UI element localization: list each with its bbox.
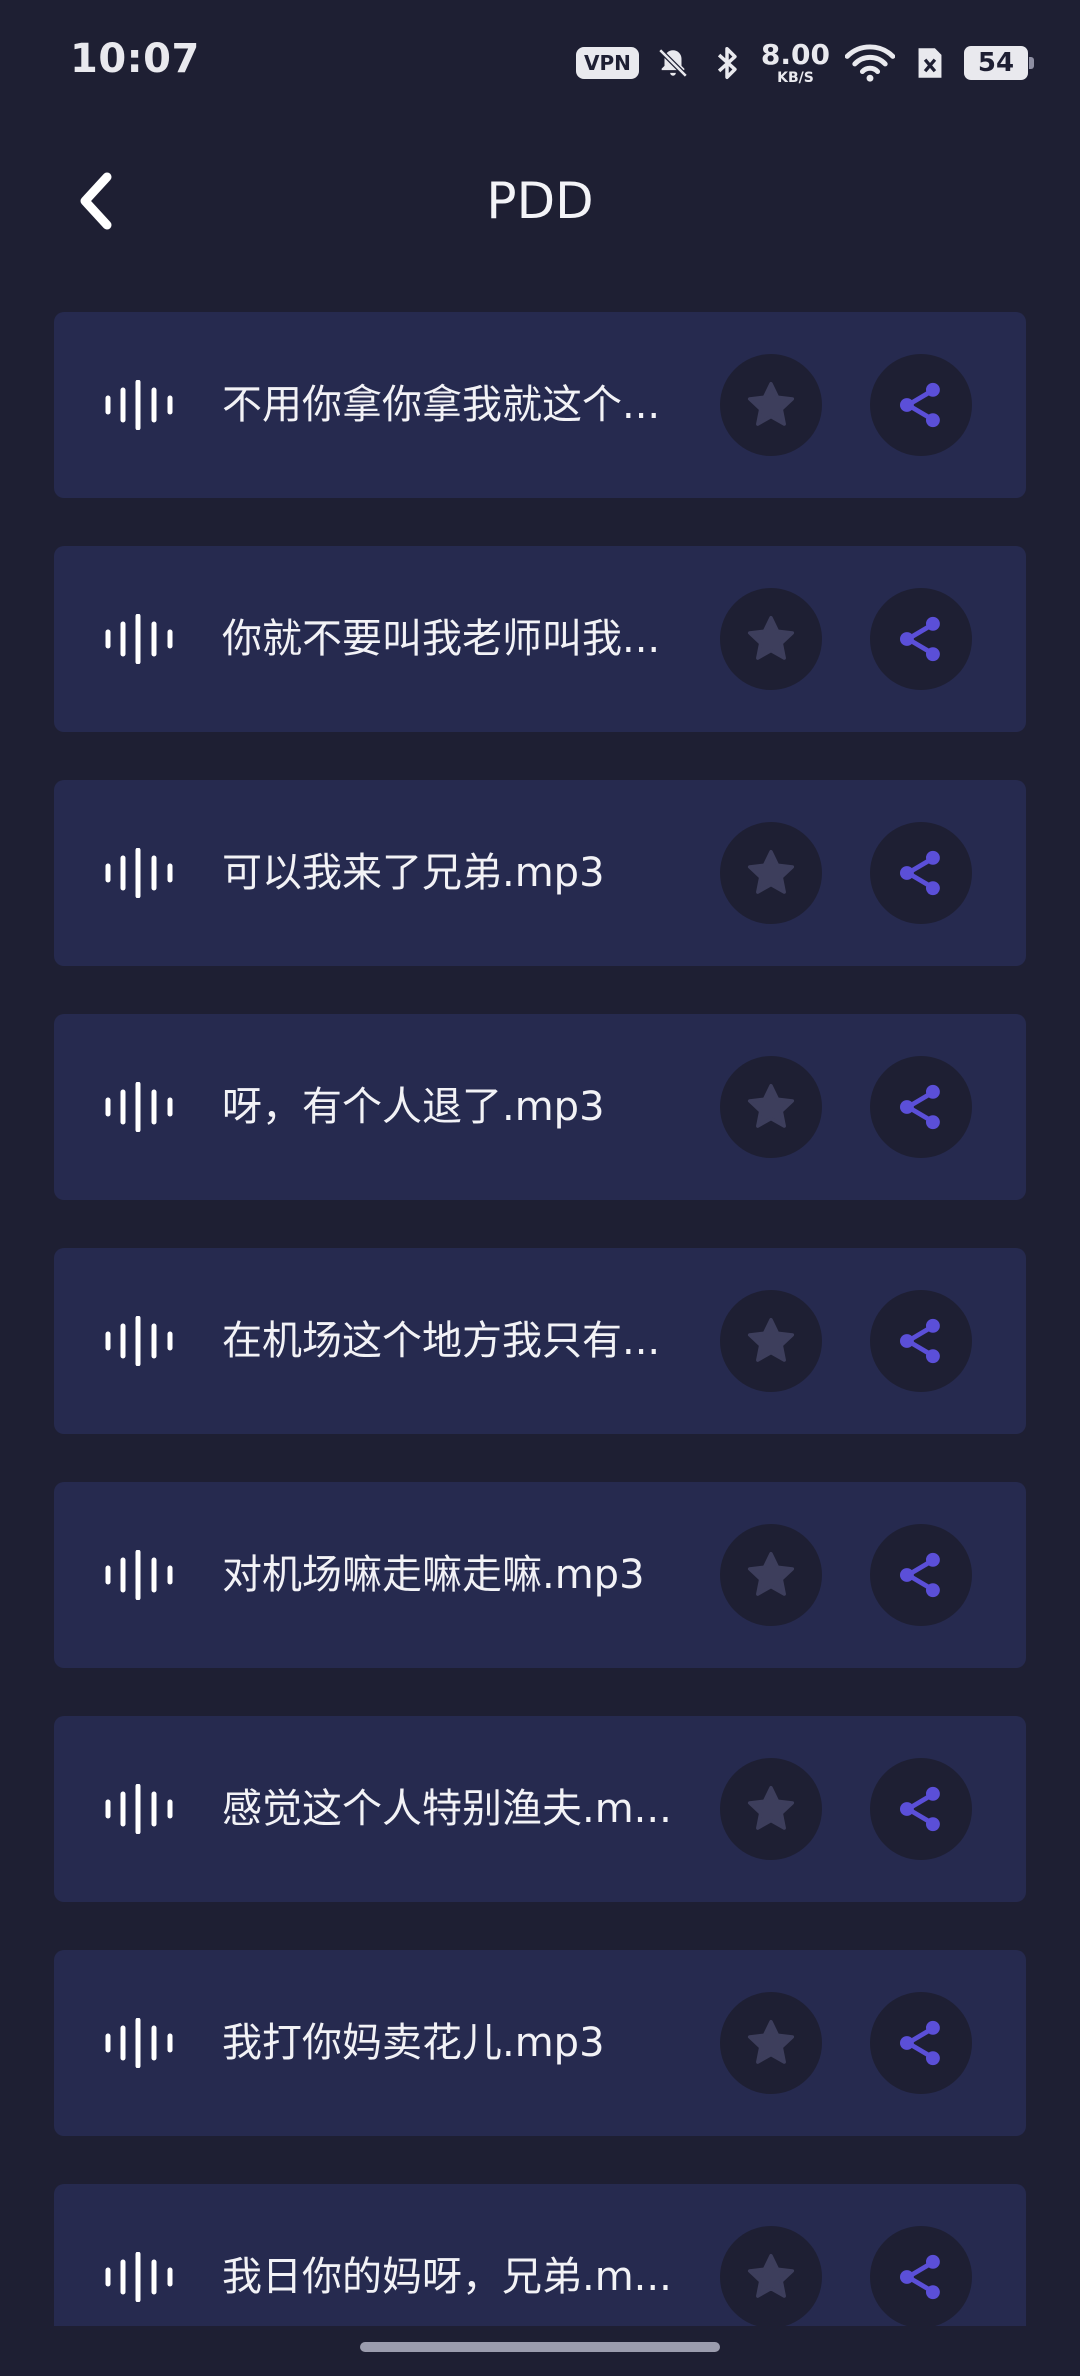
- share-icon: [899, 2020, 940, 2066]
- favorite-button[interactable]: [720, 2226, 822, 2326]
- share-icon: [899, 1084, 940, 1130]
- share-icon: [899, 616, 940, 662]
- favorite-button[interactable]: [720, 1056, 822, 1158]
- list-item[interactable]: 在机场这个地方我只有...: [54, 1248, 1026, 1434]
- share-icon: [899, 382, 940, 428]
- share-button[interactable]: [870, 2226, 972, 2326]
- favorite-button[interactable]: [720, 588, 822, 690]
- star-icon: [747, 2019, 795, 2064]
- share-button[interactable]: [870, 1290, 972, 1392]
- share-icon: [899, 1318, 940, 1364]
- list-item[interactable]: 你就不要叫我老师叫我...: [54, 546, 1026, 732]
- bell-off-icon: [653, 43, 693, 83]
- network-speed-unit: KB/S: [777, 70, 814, 86]
- favorite-button[interactable]: [720, 1290, 822, 1392]
- favorite-button[interactable]: [720, 354, 822, 456]
- no-sim-icon: [910, 43, 950, 83]
- battery-indicator: 54: [964, 46, 1034, 80]
- list-item[interactable]: 我打你妈卖花儿.mp3: [54, 1950, 1026, 2136]
- share-icon: [899, 1786, 940, 1832]
- star-icon: [747, 615, 795, 660]
- vpn-badge: VPN: [576, 47, 639, 79]
- audio-wave-icon: [105, 2018, 173, 2068]
- star-icon: [747, 1317, 795, 1362]
- share-icon: [899, 2254, 940, 2300]
- status-icons: VPN 8.00 KB/S 54: [576, 38, 1034, 88]
- list-item[interactable]: 呀，有个人退了.mp3: [54, 1014, 1026, 1200]
- audio-wave-icon: [105, 848, 173, 898]
- audio-wave-icon: [105, 1316, 173, 1366]
- list-item[interactable]: 感觉这个人特别渔夫.m...: [54, 1716, 1026, 1902]
- item-title: 你就不要叫我老师叫我...: [222, 616, 661, 662]
- share-button[interactable]: [870, 1524, 972, 1626]
- star-icon: [747, 1551, 795, 1596]
- audio-wave-icon: [105, 1550, 173, 1600]
- list-item[interactable]: 可以我来了兄弟.mp3: [54, 780, 1026, 966]
- item-title: 不用你拿你拿我就这个...: [222, 382, 661, 428]
- audio-wave-icon: [105, 1082, 173, 1132]
- network-speed: 8.00 KB/S: [760, 38, 830, 86]
- wifi-icon: [844, 43, 896, 83]
- favorite-button[interactable]: [720, 822, 822, 924]
- item-title: 对机场嘛走嘛走嘛.mp3: [222, 1552, 645, 1598]
- header: PDD: [0, 140, 1080, 260]
- share-button[interactable]: [870, 1992, 972, 2094]
- share-button[interactable]: [870, 1758, 972, 1860]
- status-time: 10:07: [70, 36, 200, 82]
- star-icon: [747, 849, 795, 894]
- share-button[interactable]: [870, 588, 972, 690]
- page-title: PDD: [486, 172, 594, 230]
- list-item[interactable]: 不用你拿你拿我就这个...: [54, 312, 1026, 498]
- share-button[interactable]: [870, 354, 972, 456]
- audio-wave-icon: [105, 614, 173, 664]
- share-button[interactable]: [870, 1056, 972, 1158]
- list-item[interactable]: 我日你的妈呀，兄弟.m...: [54, 2184, 1026, 2326]
- item-title: 我日你的妈呀，兄弟.m...: [222, 2254, 672, 2300]
- network-speed-value: 8.00: [760, 38, 830, 71]
- share-icon: [899, 850, 940, 896]
- share-icon: [899, 1552, 940, 1598]
- battery-level: 54: [977, 48, 1015, 78]
- list-item[interactable]: 对机场嘛走嘛走嘛.mp3: [54, 1482, 1026, 1668]
- bluetooth-icon: [707, 43, 747, 83]
- sound-list[interactable]: 不用你拿你拿我就这个... 你就不要叫我老师叫我... 可以我来了兄弟.mp3 …: [54, 312, 1026, 2326]
- item-title: 我打你妈卖花儿.mp3: [222, 2020, 605, 2066]
- favorite-button[interactable]: [720, 1524, 822, 1626]
- share-button[interactable]: [870, 822, 972, 924]
- audio-wave-icon: [105, 2252, 173, 2302]
- star-icon: [747, 1785, 795, 1830]
- star-icon: [747, 381, 795, 426]
- audio-wave-icon: [105, 1784, 173, 1834]
- home-indicator[interactable]: [360, 2342, 720, 2352]
- audio-wave-icon: [105, 380, 173, 430]
- item-title: 感觉这个人特别渔夫.m...: [222, 1786, 672, 1832]
- star-icon: [747, 1083, 795, 1128]
- star-icon: [747, 2253, 795, 2298]
- status-bar: 10:07 VPN 8.00 KB/S 54: [0, 0, 1080, 120]
- favorite-button[interactable]: [720, 1992, 822, 2094]
- favorite-button[interactable]: [720, 1758, 822, 1860]
- item-title: 呀，有个人退了.mp3: [222, 1084, 605, 1130]
- item-title: 在机场这个地方我只有...: [222, 1318, 661, 1364]
- item-title: 可以我来了兄弟.mp3: [222, 850, 605, 896]
